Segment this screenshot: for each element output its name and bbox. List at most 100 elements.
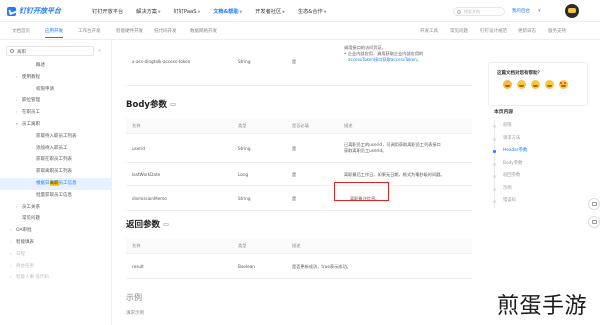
doc-sidebar: 离职 « 概述 › 使用教程权限申请 › 职位管理 › 在职员工 ▾ 员工离职 获取待入职员工列表… [0,40,112,325]
label-part: 员工列表 [54,169,72,175]
nav-item-label: 生态&合作 [297,8,323,15]
search-icon [457,9,461,14]
tab-2[interactable]: 应用开发 [45,28,63,38]
dingtalk-logo[interactable]: 钉钉开放平台 [7,5,61,17]
access-token-link[interactable]: accessToken接口获取accessToken。 [344,57,423,63]
dingtalk-logo-icon [7,6,16,16]
workbench-link[interactable]: 我的后台 [512,8,530,14]
sidebar-item[interactable]: 批量获取员工信息 [0,190,111,202]
message-icon [592,202,597,206]
nav-item-2[interactable]: 解决方案▼ [136,8,160,15]
user-avatar[interactable] [565,4,579,18]
tab-3[interactable]: 工作台开发 [78,28,101,34]
right-panel: 这篇文档对您有帮助？ 本页内容 权限 请求方法 Header参数 Body参数 返回参数… [482,40,600,325]
sidebar-item[interactable]: 概述 [0,60,111,72]
sidebar-item[interactable]: 获取待入职员工列表 [0,131,111,143]
param-required: 是 [292,172,297,177]
chevron-down-icon: ▼ [197,9,201,14]
emoji-love-icon[interactable] [559,80,568,89]
tab-8[interactable]: 常见问题 [450,28,468,34]
anchor-link-icon[interactable] [163,223,170,226]
toc-item[interactable]: 返回参数 [492,170,527,183]
tab-9[interactable]: 钉钉设计规范 [480,28,507,34]
chevron-right-icon: › [10,228,12,233]
top-search-input[interactable]: 搜索文档 [453,7,505,16]
chevron-down-icon: ▼ [157,9,161,14]
doc-subtabs: 文档首页 应用开发 工作台开发 智能硬件开发 低代码开发 数据网格开发 开发工具 常见问题 钉钉… [0,22,600,40]
col-header: 描述 [344,123,353,128]
toc-item[interactable]: 权限 [492,120,527,133]
tab-10[interactable]: 更新日志 [518,28,536,34]
tab-1[interactable]: 文档首页 [12,28,30,34]
sidebar-item[interactable]: 权限申请 [0,84,111,96]
return-params-heading: 返回参数 [126,218,170,230]
param-name: x-acs-dingtalk-access-token [132,59,191,64]
sidebar-item-label: 获取在职员工列表 [36,157,72,163]
tab-11[interactable]: 服务支持 [548,28,566,34]
nav-item-4[interactable]: 文档&帮助▼ [213,8,242,15]
chevron-down-icon: ▾ [16,121,18,126]
back-to-top-button[interactable] [588,216,600,228]
nav-item-label: 解决方案 [136,8,157,15]
sidebar-item[interactable]: › 员工关系 [0,202,111,214]
sidebar-search-input[interactable]: 离职 [6,46,94,56]
sidebar-item[interactable]: › 智能人事 低代码 [0,272,111,284]
sidebar-item-label: 批量获取员工信息 [36,192,72,198]
example-heading: 示例 [126,293,142,302]
toc-item[interactable]: Body参数 [492,158,527,171]
emoji-meh-icon[interactable] [517,80,526,89]
sidebar-item[interactable]: 添加待入职员工 [0,143,111,155]
nav-item-6[interactable]: 生态&合作▼ [298,8,327,15]
collapse-sidebar-icon[interactable]: « [98,48,101,54]
desc-line-text: 企业内部应用，调用获取企业内部应用的 [347,51,424,56]
nav-item-3[interactable]: 钉钉PaaS▼ [174,8,201,15]
tab-4[interactable]: 智能硬件开发 [116,28,143,34]
table-row: result Boolean 是否更新成功，true表示成功。 [126,255,472,279]
sidebar-item[interactable]: › 智能填表 [0,237,111,249]
feedback-float-button[interactable] [588,198,600,210]
tab-6[interactable]: 数据网格开发 [190,28,217,34]
param-type: Long [238,172,249,177]
sidebar-item[interactable]: › 待办任务 [0,261,111,273]
emoji-smile-icon[interactable] [545,80,554,89]
sidebar-item-label: 权限申请 [36,86,54,92]
sidebar-item[interactable]: 获取离职员工列表 [0,166,111,178]
param-required: 是 [292,146,297,151]
col-header: 类型 [238,243,247,248]
nav-item-5[interactable]: 开发者社区▼ [255,8,285,15]
emoji-sad-icon[interactable] [503,80,512,89]
anchor-link-icon[interactable] [169,103,176,106]
toc-item[interactable]: Header参数 [492,145,527,158]
sidebar-item[interactable]: › 日程 [0,249,111,261]
emoji-neutral-icon[interactable] [531,80,540,89]
arrow-up-icon [592,220,597,224]
sidebar-item[interactable]: ▾ 员工离职 [0,119,111,131]
toc-item[interactable]: 请求方法 [492,133,527,146]
nav-item-1[interactable]: 钉钉开放平台 [92,8,123,15]
top-search-placeholder: 搜索文档 [464,9,480,14]
sidebar-item[interactable]: › 在职员工 [0,107,111,119]
toc-item[interactable]: 错误码 [492,195,527,208]
chevron-down-icon: ▼ [282,9,285,14]
chevron-right-icon: › [16,74,18,79]
sidebar-item[interactable]: 根据日离职员工信息 [0,177,111,190]
sidebar-item[interactable]: › 职位管理 [0,95,111,107]
toc-item[interactable]: 示例 [492,183,527,196]
feedback-question: 这篇文档对您有帮助？ [497,71,542,76]
sidebar-tree: 概述 › 使用教程权限申请 › 职位管理 › 在职员工 ▾ 员工离职 获取待入职员工列表 添加待入职… [0,60,111,284]
tab-5[interactable]: 低代码开发 [154,28,177,34]
col-header: 描述 [292,243,301,248]
highlight-box [334,182,389,201]
col-header: 类型 [238,123,247,128]
sidebar-item[interactable]: 常见问题 [0,213,111,225]
sidebar-item[interactable]: › OA审批 [0,225,111,237]
chevron-down-icon[interactable]: ▾ [538,8,541,14]
search-icon [10,49,14,53]
param-type: String [238,196,251,201]
sidebar-item[interactable]: 获取在职员工列表 [0,154,111,166]
top-navbar: 钉钉开放平台 钉钉开放平台 解决方案▼ 钉钉PaaS▼ 文档&帮助▼ 开发者社区▼ 生态&… [0,0,600,22]
top-nav: 钉钉开放平台 解决方案▼ 钉钉PaaS▼ 文档&帮助▼ 开发者社区▼ 生态&合作▼ [92,0,339,22]
sidebar-item[interactable]: › 使用教程 [0,72,111,84]
desc-line: 获取离职员工userId。 [344,148,387,153]
tab-7[interactable]: 开发工具 [420,28,438,34]
